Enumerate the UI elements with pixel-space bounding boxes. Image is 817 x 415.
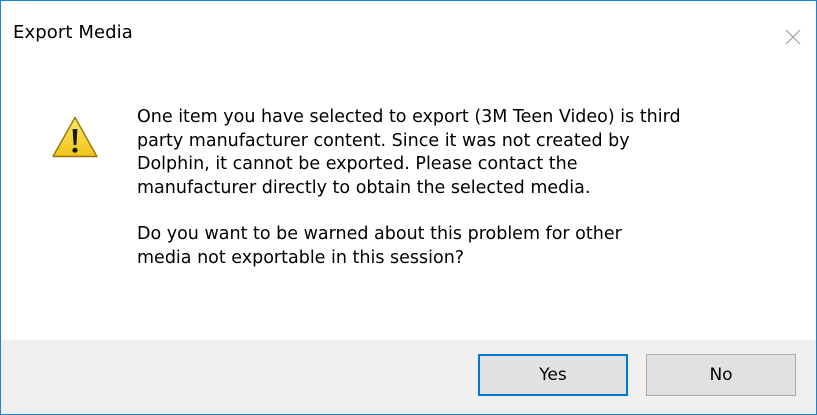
no-button[interactable]: No <box>646 354 796 396</box>
button-bar: Yes No <box>1 340 816 414</box>
message-paragraph-1: One item you have selected to export (3M… <box>137 107 681 198</box>
warning-icon <box>52 116 98 158</box>
export-media-dialog: Export Media One item you have selected … <box>0 0 817 415</box>
title-bar[interactable]: Export Media <box>1 1 816 73</box>
yes-button[interactable]: Yes <box>478 354 628 396</box>
dialog-title: Export Media <box>13 22 133 43</box>
message-text: One item you have selected to export (3M… <box>137 106 797 270</box>
dialog-content: One item you have selected to export (3M… <box>1 73 816 313</box>
close-button[interactable] <box>770 1 816 73</box>
message-paragraph-2: Do you want to be warned about this prob… <box>137 224 622 268</box>
close-icon <box>785 29 801 45</box>
